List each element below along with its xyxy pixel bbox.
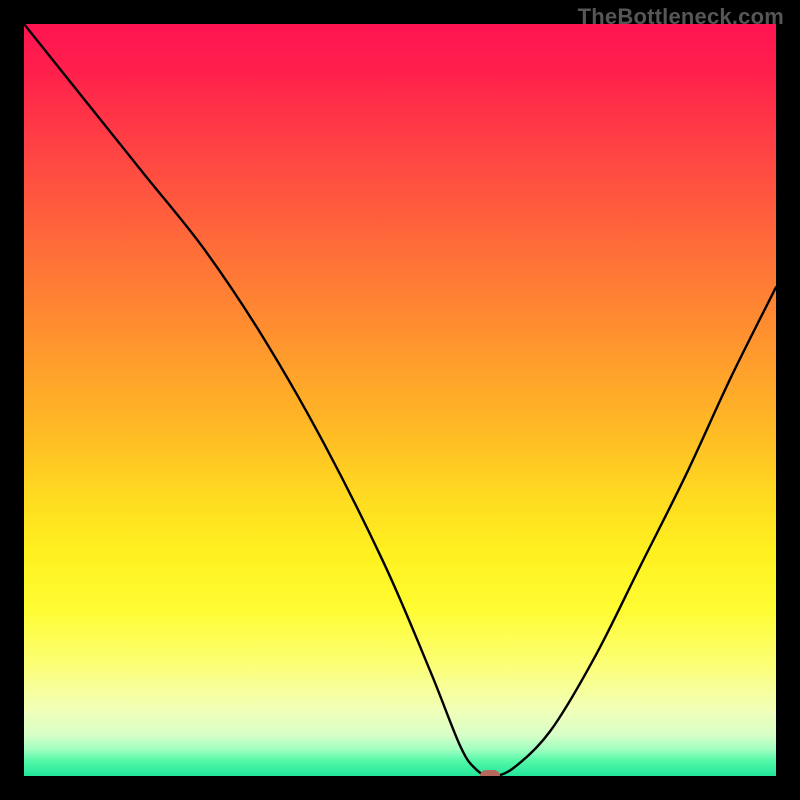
curve-path xyxy=(24,24,776,776)
plot-area xyxy=(24,24,776,776)
optimum-marker xyxy=(480,770,500,776)
outer-frame: TheBottleneck.com xyxy=(0,0,800,800)
bottleneck-curve xyxy=(24,24,776,776)
